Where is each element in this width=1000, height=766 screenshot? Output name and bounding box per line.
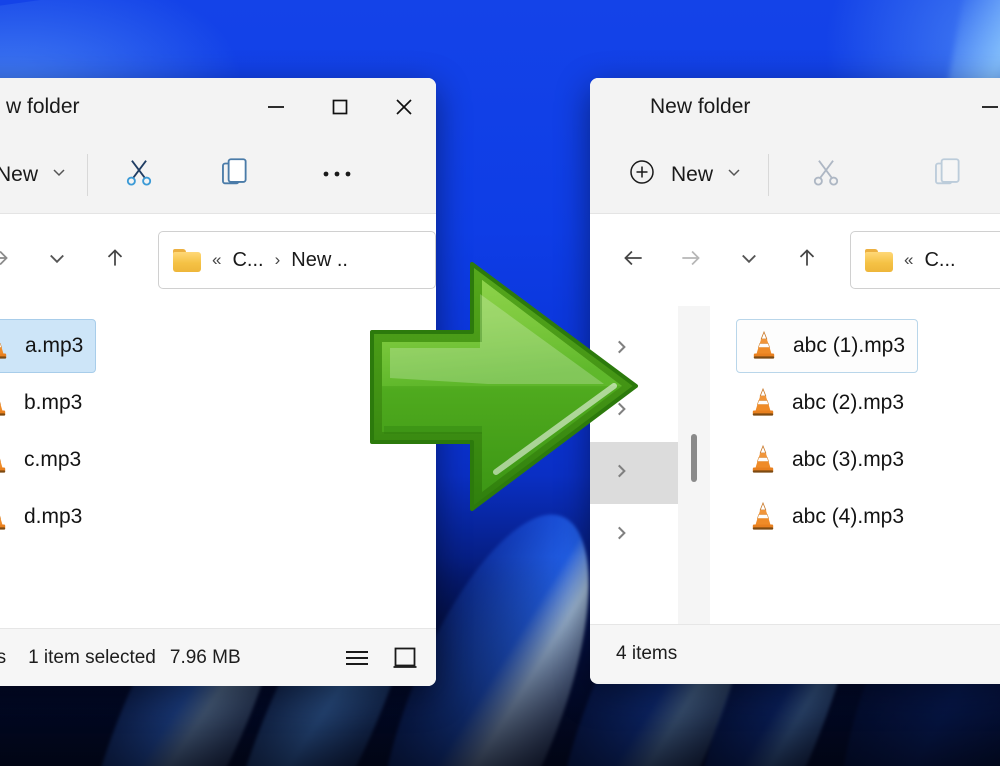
details-view-icon[interactable] — [344, 647, 370, 669]
vlc-media-icon — [748, 501, 778, 533]
left-toolbar[interactable]: New — [0, 136, 436, 214]
forward-button[interactable] — [0, 236, 28, 284]
breadcrumb-separator: › — [274, 250, 281, 269]
file-list-item[interactable]: c.mp3 — [0, 433, 93, 487]
folder-icon — [865, 248, 893, 272]
vlc-media-icon — [748, 387, 778, 419]
breadcrumb[interactable]: « C... — [850, 231, 1000, 289]
cut-button[interactable] — [795, 149, 857, 201]
more-icon — [322, 166, 352, 184]
chevron-right-icon[interactable] — [612, 524, 630, 547]
plus-circle-icon — [626, 156, 658, 193]
vlc-media-icon — [748, 444, 778, 476]
right-content-area: abc (1).mp3 abc (2).mp3 abc (3).mp3 abc … — [590, 306, 1000, 624]
right-statusbar: 4 items — [590, 624, 1000, 682]
breadcrumb-part-0[interactable]: C... — [924, 249, 955, 272]
cut-icon — [122, 155, 156, 194]
chevron-down-icon — [726, 164, 742, 185]
right-window-controls — [958, 78, 1000, 136]
new-button[interactable]: New — [0, 163, 67, 187]
large-icons-view-icon[interactable] — [392, 646, 418, 670]
vlc-media-icon — [0, 501, 10, 533]
chevron-down-icon — [47, 248, 67, 273]
explorer-window-right[interactable]: New folder New « C... abc (1).mp3 abc (2… — [590, 78, 1000, 684]
recent-locations-button[interactable] — [720, 236, 778, 284]
new-button-label: New — [671, 162, 714, 186]
right-addressbar[interactable]: « C... — [590, 214, 1000, 306]
maximize-button[interactable] — [308, 78, 372, 136]
file-name: abc (1).mp3 — [793, 334, 906, 357]
vlc-media-icon — [749, 330, 779, 362]
up-button[interactable] — [778, 236, 836, 284]
scrollbar-thumb[interactable] — [691, 434, 697, 482]
folder-icon — [173, 248, 201, 272]
new-button[interactable]: New — [626, 156, 742, 193]
vlc-media-icon — [0, 387, 10, 419]
toolbar-separator — [768, 153, 770, 196]
recent-locations-button[interactable] — [28, 236, 86, 284]
toolbar-separator — [87, 153, 89, 196]
copy-button[interactable] — [204, 149, 266, 201]
right-toolbar[interactable]: New — [590, 136, 1000, 214]
breadcrumb-part-1[interactable]: New .. — [291, 249, 348, 272]
chevron-down-icon — [51, 164, 67, 185]
status-left-clipped: ns — [0, 646, 7, 668]
arrow-up-icon — [102, 245, 128, 276]
cut-icon — [809, 155, 843, 194]
arrow-up-icon — [794, 245, 820, 276]
status-selection: 1 item selected — [28, 646, 156, 668]
right-titlebar[interactable]: New folder — [590, 78, 1000, 136]
folder-icon — [612, 97, 638, 118]
vlc-media-icon — [0, 330, 11, 362]
left-window-title: w folder — [6, 95, 80, 118]
left-window-controls — [244, 78, 436, 136]
screenshot-stage: w folder New « C... › New .. a.mp3 b.mp3… — [0, 0, 1000, 766]
vlc-media-icon — [0, 444, 10, 476]
left-statusbar: ns 1 item selected 7.96 MB — [0, 628, 436, 686]
file-name: abc (2).mp3 — [792, 391, 905, 414]
file-name: b.mp3 — [24, 391, 83, 414]
left-titlebar[interactable]: w folder — [0, 78, 436, 136]
copy-icon — [931, 155, 965, 194]
minimize-button[interactable] — [244, 78, 308, 136]
close-button[interactable] — [372, 78, 436, 136]
minimize-button[interactable] — [958, 78, 1000, 136]
file-list-item[interactable]: abc (4).mp3 — [736, 490, 916, 544]
copy-button[interactable] — [917, 149, 979, 201]
file-name: abc (4).mp3 — [792, 505, 905, 528]
status-size: 7.96 MB — [169, 646, 241, 668]
status-item-count: 4 items — [616, 642, 678, 664]
breadcrumb-part-0[interactable]: C... — [232, 249, 263, 272]
file-list-item[interactable]: b.mp3 — [0, 376, 94, 430]
forward-button[interactable] — [662, 236, 720, 284]
more-button[interactable] — [306, 149, 368, 201]
right-window-title: New folder — [650, 95, 751, 118]
breadcrumb-overflow[interactable]: « — [904, 250, 913, 270]
green-arrow-icon — [368, 258, 640, 515]
arrow-right-icon — [678, 245, 704, 276]
file-list-item[interactable]: abc (1).mp3 — [736, 319, 919, 373]
file-list-item[interactable]: a.mp3 — [0, 319, 97, 373]
arrow-right-icon — [0, 245, 12, 276]
file-list-item[interactable]: abc (3).mp3 — [736, 433, 916, 487]
view-switcher — [344, 646, 418, 670]
right-file-list[interactable]: abc (1).mp3 abc (2).mp3 abc (3).mp3 abc … — [710, 306, 1000, 624]
breadcrumb-overflow[interactable]: « — [212, 250, 221, 270]
file-list-item[interactable]: d.mp3 — [0, 490, 94, 544]
file-name: a.mp3 — [25, 334, 84, 357]
file-name: c.mp3 — [24, 448, 82, 471]
copy-icon — [218, 155, 252, 194]
file-name: d.mp3 — [24, 505, 83, 528]
up-button[interactable] — [86, 236, 144, 284]
chevron-down-icon — [739, 248, 759, 273]
file-list-item[interactable]: abc (2).mp3 — [736, 376, 916, 430]
right-navpane-scrollbar[interactable] — [678, 306, 710, 624]
new-button-label: New — [0, 162, 39, 186]
file-name: abc (3).mp3 — [792, 448, 905, 471]
cut-button[interactable] — [108, 149, 170, 201]
